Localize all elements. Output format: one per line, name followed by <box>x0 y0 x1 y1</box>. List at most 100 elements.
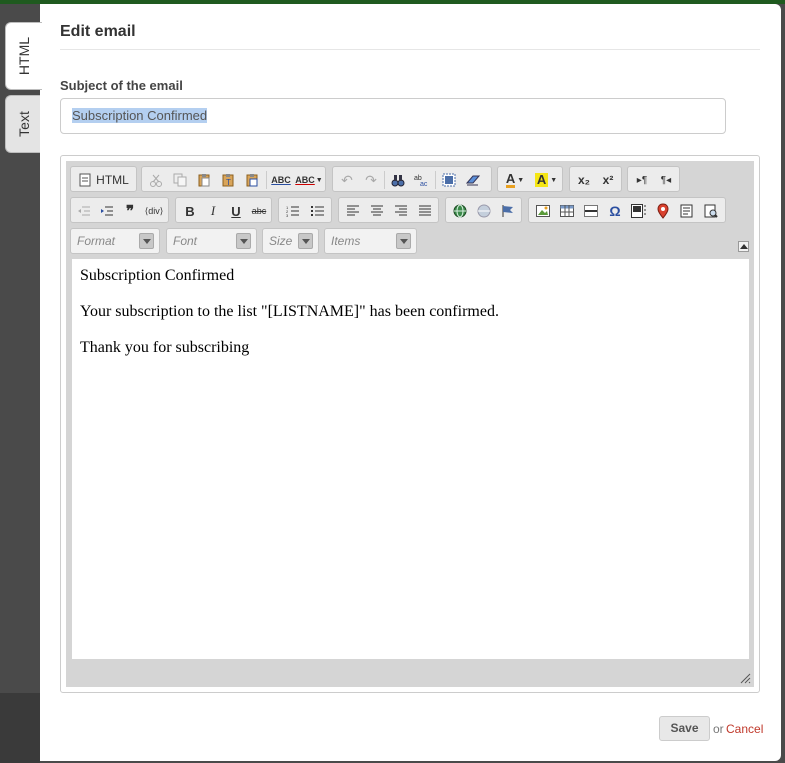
subscript-label: x₂ <box>577 173 590 187</box>
image-button[interactable] <box>532 201 554 221</box>
underline-button[interactable]: U <box>226 201 246 221</box>
list-group: 123 <box>278 197 332 223</box>
find-button[interactable] <box>388 170 408 190</box>
copy-button[interactable] <box>170 170 190 190</box>
numbered-list-icon: 123 <box>286 205 299 217</box>
bold-button[interactable]: B <box>180 201 200 221</box>
text-color-button[interactable]: A ▼ <box>501 170 529 190</box>
scissors-icon <box>150 174 162 187</box>
unlink-button[interactable] <box>473 201 495 221</box>
anchor-button[interactable] <box>497 201 519 221</box>
tab-html-label: HTML <box>16 36 32 76</box>
rich-text-editor: HTML T ABC ABC ▼ ↶ ↷ ab ac A ▼ A ▼ x₂ x²… <box>60 155 760 693</box>
spellcheck-label: ABC <box>271 175 291 185</box>
items-select[interactable]: Items <box>324 228 417 254</box>
redo-icon: ↷ <box>365 171 377 188</box>
strikethrough-button[interactable]: abc <box>249 201 269 221</box>
editor-frame: HTML T ABC ABC ▼ ↶ ↷ ab ac A ▼ A ▼ x₂ x²… <box>66 161 754 687</box>
background-color-button[interactable]: A ▼ <box>532 170 560 190</box>
blockquote-button[interactable]: ❞ <box>120 201 140 221</box>
map-button[interactable] <box>652 201 674 221</box>
format-placeholder: Format <box>77 234 116 248</box>
special-char-button[interactable]: Ω <box>604 201 626 221</box>
templates-icon <box>680 204 693 218</box>
paste-text-button[interactable]: T <box>218 170 238 190</box>
bulleted-list-icon <box>311 206 324 216</box>
font-select[interactable]: Font <box>166 228 257 254</box>
spellcheck-as-you-type-button[interactable]: ABC ▼ <box>295 170 323 190</box>
subscript-button[interactable]: x₂ <box>573 170 595 190</box>
underline-label: U <box>231 203 241 219</box>
dialog-title: Edit email <box>60 23 136 40</box>
ltr-icon: ▸¶ <box>636 174 648 186</box>
collapse-toolbar-button[interactable] <box>738 241 749 252</box>
table-button[interactable] <box>556 201 578 221</box>
select-all-button[interactable] <box>439 170 459 190</box>
align-center-icon <box>371 205 383 216</box>
superscript-label: x² <box>602 173 614 187</box>
subject-label: Subject of the email <box>60 78 183 93</box>
strikethrough-label: abc <box>251 206 267 216</box>
table-icon <box>560 205 574 217</box>
paste-word-button[interactable] <box>242 170 262 190</box>
align-left-button[interactable] <box>342 201 364 221</box>
separator <box>384 171 385 189</box>
editor-content-area[interactable]: Subscription Confirmed Your subscription… <box>72 259 749 659</box>
map-pin-icon <box>657 203 669 219</box>
copy-icon <box>173 173 187 187</box>
justify-button[interactable] <box>414 201 436 221</box>
ltr-button[interactable]: ▸¶ <box>631 170 653 190</box>
source-html-button[interactable]: HTML <box>75 170 133 190</box>
indent-icon <box>101 206 113 216</box>
svg-text:3: 3 <box>286 213 289 217</box>
rtl-button[interactable]: ¶◂ <box>655 170 677 190</box>
subject-input[interactable]: Subscription Confirmed <box>60 98 726 134</box>
preview-button[interactable] <box>700 201 722 221</box>
save-button[interactable]: Save <box>659 716 710 741</box>
cancel-link[interactable]: Cancel <box>726 722 763 736</box>
tab-html[interactable]: HTML <box>5 22 42 90</box>
replace-button[interactable]: ab ac <box>412 170 432 190</box>
tab-text[interactable]: Text <box>5 95 42 153</box>
preview-icon <box>704 204 718 218</box>
iframe-button[interactable] <box>628 201 650 221</box>
highlight-icon: A <box>534 172 549 187</box>
paste-button[interactable] <box>194 170 214 190</box>
size-placeholder: Size <box>269 234 293 248</box>
title-divider <box>60 49 760 50</box>
undo-button[interactable]: ↶ <box>337 170 357 190</box>
align-center-button[interactable] <box>366 201 388 221</box>
clipboard-icon <box>198 174 210 187</box>
cut-button[interactable] <box>146 170 166 190</box>
div-button[interactable]: ⟨div⟩ <box>143 201 165 221</box>
numbered-list-button[interactable]: 123 <box>282 201 304 221</box>
indent-button[interactable] <box>97 201 117 221</box>
resize-handle-icon[interactable] <box>739 672 751 684</box>
remove-format-button[interactable] <box>463 170 483 190</box>
div-icon: ⟨div⟩ <box>144 205 164 216</box>
color-group: A ▼ A ▼ <box>497 166 563 192</box>
flag-icon <box>502 205 513 217</box>
undo-icon: ↶ <box>341 171 353 188</box>
align-right-button[interactable] <box>390 201 412 221</box>
bulleted-list-button[interactable] <box>307 201 329 221</box>
align-right-icon <box>395 205 407 216</box>
link-button[interactable] <box>449 201 471 221</box>
replace-icon: abac <box>414 175 428 187</box>
horizontal-rule-button[interactable] <box>580 201 602 221</box>
align-left-icon <box>347 205 359 216</box>
format-select[interactable]: Format <box>70 228 160 254</box>
spellcheck-button[interactable]: ABC <box>270 170 292 190</box>
templates-button[interactable] <box>676 201 698 221</box>
superscript-button[interactable]: x² <box>597 170 619 190</box>
items-placeholder: Items <box>331 234 361 248</box>
separator <box>266 171 267 189</box>
basic-style-group: B I U abc <box>175 197 272 223</box>
size-select[interactable]: Size <box>262 228 319 254</box>
binoculars-icon <box>391 175 405 187</box>
italic-button[interactable]: I <box>203 201 223 221</box>
direction-group: ▸¶ ¶◂ <box>627 166 680 192</box>
redo-button[interactable]: ↷ <box>361 170 381 190</box>
outdent-button[interactable] <box>74 201 94 221</box>
globe-link-icon <box>453 204 467 218</box>
